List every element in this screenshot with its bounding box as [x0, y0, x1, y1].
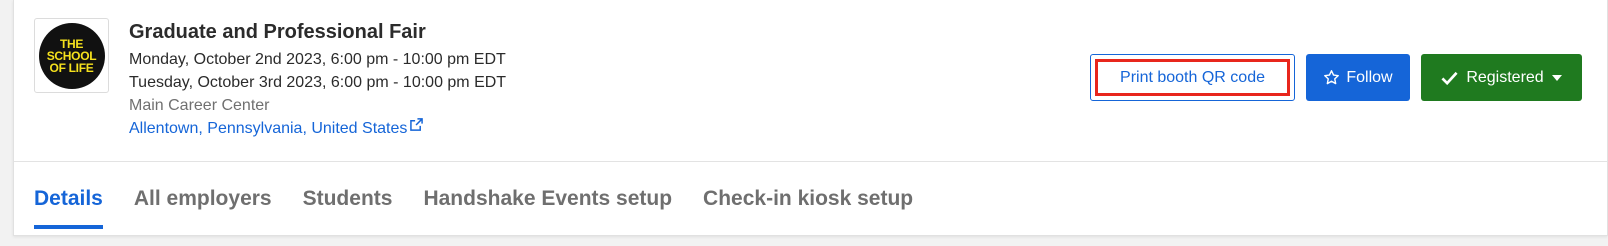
event-header: THE SCHOOL OF LIFE Graduate and Professi… [14, 0, 1607, 162]
event-venue: Main Career Center [129, 97, 270, 114]
event-card: THE SCHOOL OF LIFE Graduate and Professi… [13, 0, 1608, 236]
checkmark-icon [1441, 71, 1458, 85]
event-date-line: Tuesday, October 3rd 2023, 6:00 pm - 10:… [129, 74, 507, 91]
logo-text-line: THE [59, 36, 84, 51]
tab-details[interactable]: Details [34, 162, 103, 235]
star-outline-icon [1324, 70, 1340, 85]
event-location-link[interactable]: Allentown, Pennsylvania, United States [129, 117, 424, 140]
event-title: Graduate and Professional Fair [129, 21, 426, 43]
registered-dropdown-button[interactable]: Registered [1421, 54, 1582, 101]
tab-all-employers[interactable]: All employers [134, 162, 272, 235]
follow-button[interactable]: Follow [1306, 54, 1410, 101]
event-date-line: Monday, October 2nd 2023, 6:00 pm - 10:0… [129, 51, 506, 68]
event-tabs: Details All employers Students Handshake… [34, 162, 913, 235]
caret-down-icon [1551, 74, 1562, 81]
employer-logo: THE SCHOOL OF LIFE [34, 18, 109, 93]
location-text: Allentown, Pennsylvania, United States [129, 120, 408, 137]
logo-text-line: OF LIFE [49, 60, 94, 75]
event-info: Graduate and Professional Fair Monday, O… [129, 20, 506, 140]
follow-button-label: Follow [1346, 68, 1393, 86]
logo-text-line: SCHOOL [46, 48, 97, 63]
tab-handshake-events-setup[interactable]: Handshake Events setup [423, 162, 672, 235]
tab-check-in-kiosk-setup[interactable]: Check-in kiosk setup [703, 162, 913, 235]
logo-badge: THE SCHOOL OF LIFE [38, 22, 105, 89]
external-link-icon [410, 118, 424, 131]
tab-students[interactable]: Students [303, 162, 393, 235]
event-actions: Print booth QR code Follow Registered [1090, 54, 1582, 101]
print-booth-qr-button[interactable]: Print booth QR code [1090, 54, 1295, 101]
registered-button-label: Registered [1466, 68, 1544, 86]
print-button-label: Print booth QR code [1120, 68, 1265, 86]
